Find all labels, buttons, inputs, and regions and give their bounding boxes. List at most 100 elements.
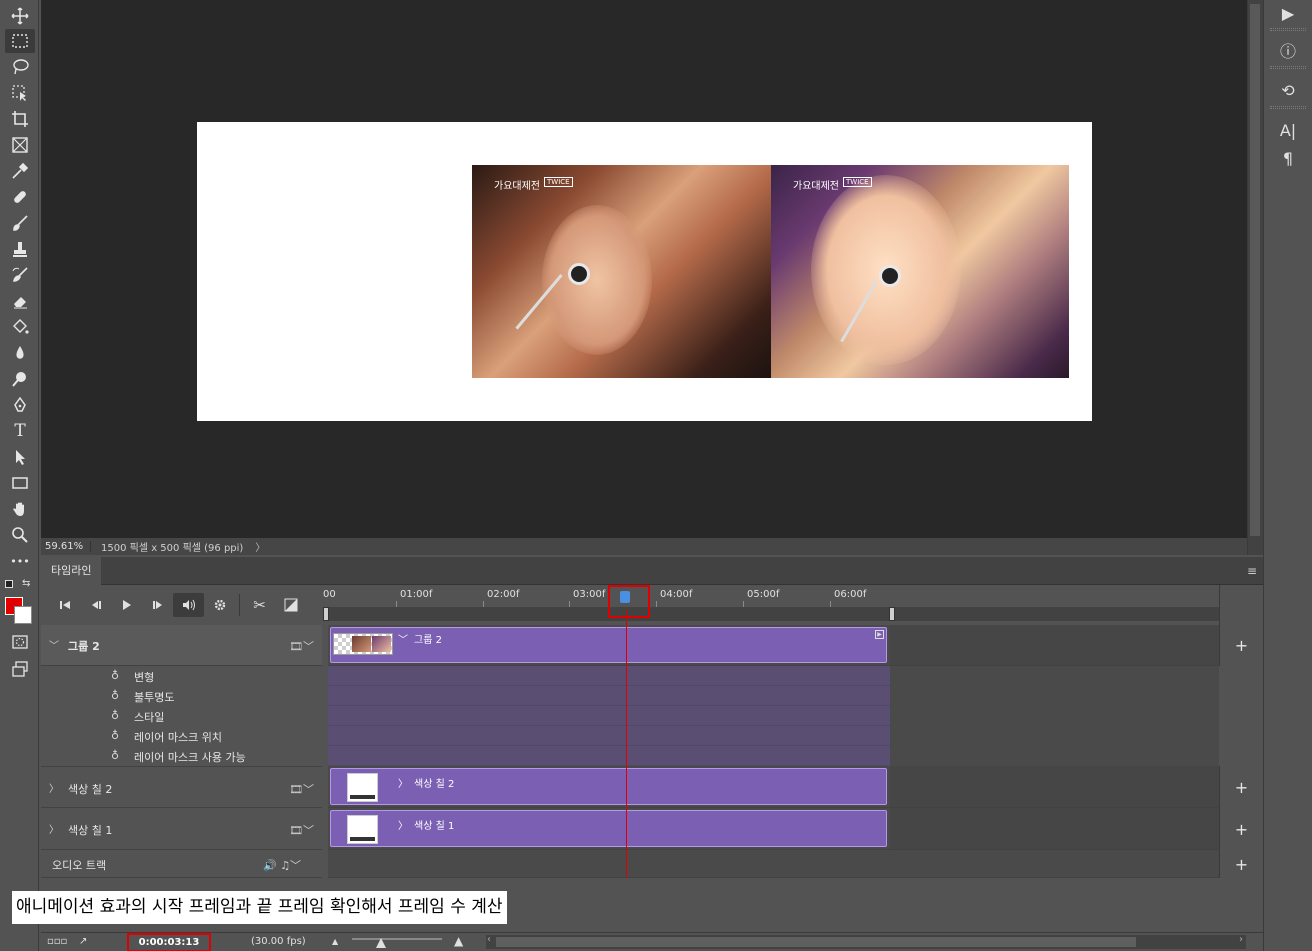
healing-brush-tool-icon[interactable] <box>5 185 35 209</box>
render-video-icon[interactable]: ↗ <box>79 936 87 947</box>
panel-menu-icon[interactable]: ≡ <box>1247 564 1257 578</box>
play-icon[interactable] <box>111 593 142 617</box>
hand-tool-icon[interactable] <box>5 497 35 521</box>
layer-track[interactable]: 〉 색상 칠 2 <box>328 766 1219 808</box>
clip-fill-1[interactable]: 〉 색상 칠 1 <box>330 810 887 847</box>
audio-options-icon[interactable]: 🔊 ♫﹀ <box>263 857 301 873</box>
timeline-horizontal-scrollbar[interactable]: ‹ › <box>486 934 1246 949</box>
screen-mode-icon[interactable] <box>5 657 35 681</box>
clip-chevron-icon[interactable]: 〉 <box>398 775 408 790</box>
stopwatch-icon[interactable]: ♁ <box>111 709 119 722</box>
type-tool-icon[interactable]: T <box>5 419 35 443</box>
document-canvas-area[interactable]: 가요대제전 TWICE 가요대제전 TWICE <box>41 0 1247 538</box>
move-tool-icon[interactable] <box>5 4 35 28</box>
zoom-tool-icon[interactable] <box>5 523 35 547</box>
lasso-tool-icon[interactable] <box>5 55 35 79</box>
expand-chevron-icon[interactable]: 〉 <box>49 780 59 795</box>
add-media-button[interactable]: + <box>1219 625 1263 666</box>
property-track[interactable] <box>328 726 890 746</box>
scroll-left-icon[interactable]: ‹ <box>487 934 491 945</box>
marquee-tool-icon[interactable] <box>5 29 35 53</box>
layer-row-group[interactable]: ﹀ 그룹 2 🎞﹀ ﹀ 그룹 2 ▶ + <box>41 625 1248 666</box>
brush-tool-icon[interactable] <box>5 211 35 235</box>
previous-frame-icon[interactable] <box>80 593 111 617</box>
info-icon[interactable]: ⓘ <box>1274 37 1302 63</box>
clip-chevron-icon[interactable]: 〉 <box>398 817 408 832</box>
go-to-first-frame-icon[interactable] <box>49 593 80 617</box>
pen-tool-icon[interactable] <box>5 393 35 417</box>
property-track[interactable] <box>328 666 890 686</box>
transition-icon[interactable] <box>275 593 306 617</box>
audio-toggle-icon[interactable] <box>173 593 204 617</box>
zoom-level[interactable]: 59.61% <box>41 541 91 552</box>
work-area-start-handle[interactable] <box>323 607 329 621</box>
eyedropper-tool-icon[interactable] <box>5 159 35 183</box>
paint-bucket-tool-icon[interactable] <box>5 315 35 339</box>
next-frame-icon[interactable] <box>142 593 173 617</box>
clone-stamp-tool-icon[interactable] <box>5 237 35 261</box>
stopwatch-icon[interactable]: ♁ <box>111 689 119 702</box>
add-media-button[interactable]: + <box>1219 808 1263 850</box>
film-icon[interactable]: 🎞﹀ <box>289 638 314 654</box>
playback-settings-icon[interactable] <box>204 593 235 617</box>
more-tools-icon[interactable]: ••• <box>5 549 35 573</box>
expand-chevron-icon[interactable]: 〉 <box>49 821 59 836</box>
clip-chevron-icon[interactable]: ﹀ <box>398 631 408 646</box>
clip-end-icon[interactable]: ▶ <box>875 630 884 639</box>
background-color-swatch[interactable] <box>14 606 32 624</box>
quick-mask-icon[interactable] <box>5 630 35 654</box>
right-panel-strip: ▶ ⓘ ⟲ A| ¶ <box>1263 0 1312 951</box>
history-brush-tool-icon[interactable] <box>5 263 35 287</box>
play-action-icon[interactable]: ▶ <box>1274 0 1302 26</box>
collapse-chevron-icon[interactable]: ﹀ <box>49 637 59 652</box>
character-icon[interactable]: A| <box>1274 117 1302 143</box>
swap-colors-icon[interactable]: ⇆ <box>22 578 30 589</box>
time-ruler[interactable]: 00 01:00f 02:00f 03:00f 04:00f 05:00f 06… <box>322 585 1219 625</box>
zoom-slider-thumb[interactable] <box>376 938 386 948</box>
blur-tool-icon[interactable] <box>5 341 35 365</box>
eraser-tool-icon[interactable] <box>5 289 35 313</box>
canvas-vertical-scrollbar[interactable] <box>1247 0 1263 555</box>
audio-track[interactable] <box>328 850 1219 878</box>
stopwatch-icon[interactable]: ♁ <box>111 729 119 742</box>
layer-row-fill-2[interactable]: 〉 색상 칠 2 🎞﹀ 〉 색상 칠 2 + <box>41 766 1248 808</box>
zoom-out-icon[interactable]: ▲ <box>332 937 338 946</box>
rectangle-tool-icon[interactable] <box>5 471 35 495</box>
status-menu-chevron-icon[interactable]: 〉 <box>243 539 265 554</box>
layer-track[interactable]: ﹀ 그룹 2 ▶ <box>328 625 1219 666</box>
object-select-tool-icon[interactable] <box>5 81 35 105</box>
layer-track[interactable]: 〉 색상 칠 1 <box>328 808 1219 850</box>
work-area-end-handle[interactable] <box>889 607 895 621</box>
default-colors-icon[interactable] <box>5 580 13 588</box>
paragraph-icon[interactable]: ¶ <box>1274 145 1302 171</box>
photoshop-window: T ••• ⇆ 가요대제전 TWICE 가요대제전 TWICE 59.61% 1… <box>0 0 1312 951</box>
tab-timeline[interactable]: 타임라인 <box>41 557 102 585</box>
clip-fill-2[interactable]: 〉 색상 칠 2 <box>330 768 887 805</box>
add-audio-button[interactable]: + <box>1219 850 1263 878</box>
scroll-right-icon[interactable]: › <box>1239 934 1243 945</box>
frame-animation-icon[interactable]: ▫▫▫ <box>47 936 67 947</box>
frame-tool-icon[interactable] <box>5 133 35 157</box>
work-area-bar[interactable] <box>326 607 1219 621</box>
audio-track-row[interactable]: 오디오 트랙 🔊 ♫﹀ + <box>41 850 1248 878</box>
property-track[interactable] <box>328 746 890 766</box>
current-time-display[interactable]: 0:00:03:13 <box>127 933 211 951</box>
timeline-zoom-slider[interactable] <box>352 938 442 940</box>
document-canvas[interactable]: 가요대제전 TWICE 가요대제전 TWICE <box>197 122 1092 421</box>
film-icon[interactable]: 🎞﹀ <box>289 781 314 797</box>
add-media-button[interactable]: + <box>1219 766 1263 808</box>
property-track[interactable] <box>328 706 890 726</box>
film-icon[interactable]: 🎞﹀ <box>289 822 314 838</box>
clip-label: 색상 칠 2 <box>414 779 455 790</box>
history-icon[interactable]: ⟲ <box>1274 77 1302 103</box>
layer-row-fill-1[interactable]: 〉 색상 칠 1 🎞﹀ 〉 색상 칠 1 + <box>41 808 1248 850</box>
path-select-tool-icon[interactable] <box>5 445 35 469</box>
split-at-playhead-icon[interactable]: ✂ <box>244 593 275 617</box>
clip-group[interactable]: ﹀ 그룹 2 ▶ <box>330 627 887 663</box>
dodge-tool-icon[interactable] <box>5 367 35 391</box>
stopwatch-icon[interactable]: ♁ <box>111 669 119 682</box>
zoom-in-icon[interactable]: ▲ <box>454 934 463 948</box>
stopwatch-icon[interactable]: ♁ <box>111 749 119 762</box>
crop-tool-icon[interactable] <box>5 107 35 131</box>
property-track[interactable] <box>328 686 890 706</box>
